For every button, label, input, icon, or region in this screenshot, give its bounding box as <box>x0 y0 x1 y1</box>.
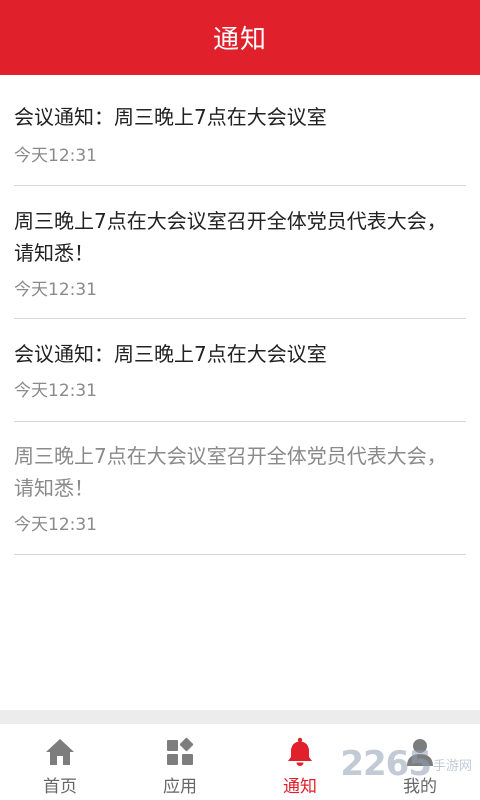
notification-time: 今天12:31 <box>14 515 97 535</box>
tab-profile[interactable]: 我的 <box>360 724 480 800</box>
notification-item[interactable]: 会议通知：周三晚上7点在大会议室 今天12:31 <box>14 75 466 186</box>
tabbar-divider <box>0 710 480 724</box>
tab-profile-label: 我的 <box>403 777 437 797</box>
apps-icon <box>167 737 194 765</box>
notification-title: 会议通知：周三晚上7点在大会议室 <box>14 105 327 129</box>
page-title: 通知 <box>212 25 267 55</box>
app-screen: 通知 会议通知：周三晚上7点在大会议室 今天12:31 周三晚上7点在大会议室召… <box>0 0 480 800</box>
notification-title: 周三晚上7点在大会议室召开全体党员代表大会，请知悉！ <box>14 444 447 500</box>
home-icon <box>46 739 74 765</box>
tab-home[interactable]: 首页 <box>0 724 120 800</box>
user-icon <box>407 739 433 766</box>
notification-item[interactable]: 会议通知：周三晚上7点在大会议室 今天12:31 <box>14 319 466 422</box>
notification-item[interactable]: 周三晚上7点在大会议室召开全体党员代表大会，请知悉！ 今天12:31 <box>14 186 466 319</box>
notification-item[interactable]: 周三晚上7点在大会议室召开全体党员代表大会，请知悉！ 今天12:31 <box>14 422 466 555</box>
notification-time: 今天12:31 <box>14 381 97 401</box>
notification-time: 今天12:31 <box>14 146 97 166</box>
tab-apps[interactable]: 应用 <box>120 724 240 800</box>
notification-title: 会议通知：周三晚上7点在大会议室 <box>14 342 327 366</box>
tab-home-label: 首页 <box>43 777 77 797</box>
tab-notifications[interactable]: 通知 <box>240 724 360 800</box>
notification-list: 会议通知：周三晚上7点在大会议室 今天12:31 周三晚上7点在大会议室召开全体… <box>0 75 480 555</box>
tab-apps-label: 应用 <box>163 777 197 797</box>
bottom-tab-bar: 首页 应用 通知 我的 <box>0 724 480 800</box>
tab-notifications-label: 通知 <box>283 777 317 797</box>
notification-time: 今天12:31 <box>14 280 97 300</box>
bell-icon <box>288 737 312 766</box>
header-bar: 通知 <box>0 0 480 75</box>
notification-title: 周三晚上7点在大会议室召开全体党员代表大会，请知悉！ <box>14 209 447 265</box>
